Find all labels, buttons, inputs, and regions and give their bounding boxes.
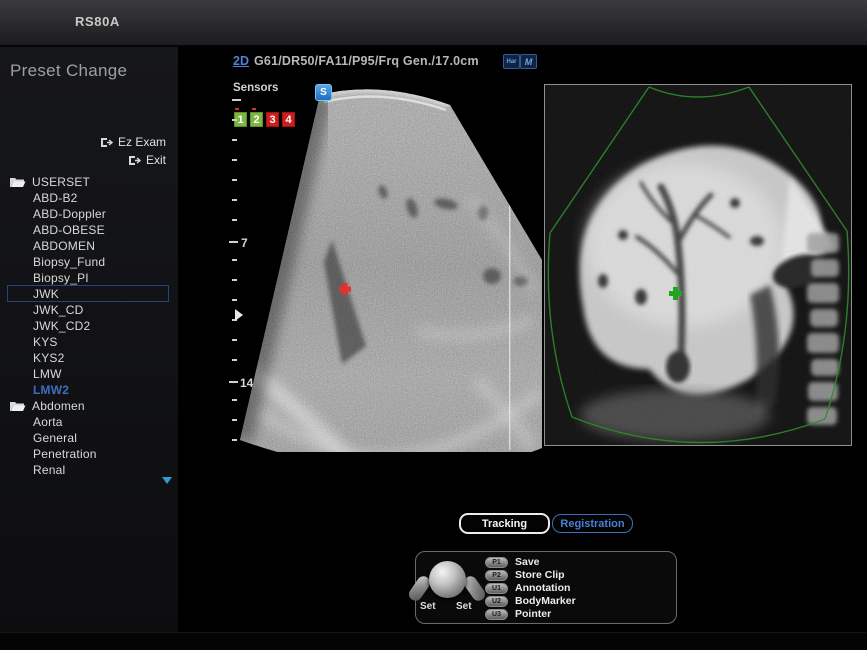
tree-item-label: KYS2 [33, 351, 65, 365]
key-p1-label: Save [515, 556, 540, 568]
mri-image [545, 85, 851, 445]
tree-item-renal[interactable]: Renal [7, 461, 169, 478]
tree-item-lmw[interactable]: LMW [7, 365, 169, 382]
tree-item-label: JWK [33, 287, 59, 301]
page-title: Preset Change [10, 61, 127, 81]
title-bar: RS80A [0, 0, 867, 47]
tree-item-label: JWK_CD2 [33, 319, 90, 333]
footer-bar [0, 632, 867, 650]
tree-item-kys2[interactable]: KYS2 [7, 349, 169, 366]
mri-fusion-panel[interactable] [544, 84, 852, 446]
reference-line [509, 132, 510, 450]
tree-item-jwk[interactable]: JWK [7, 285, 169, 302]
key-u2-label: BodyMarker [515, 595, 576, 607]
tree-item-label: USERSET [32, 175, 90, 189]
tree-item-label: LMW2 [33, 383, 69, 397]
harmonic-icon: Har [503, 54, 520, 69]
tree-folder-abdomen[interactable]: Abdomen [7, 397, 169, 414]
open-folder-icon [9, 176, 26, 188]
tree-item-abd-obese[interactable]: ABD-OBESE [7, 221, 169, 238]
key-p2-label: Store Clip [515, 569, 565, 581]
tree-item-label: LMW [33, 367, 62, 381]
probe-orientation-icon: S [315, 84, 332, 101]
tree-item-label: Penetration [33, 447, 97, 461]
rs80a-screen: RS80A Preset Change Ez Exam Exit USERSET… [0, 0, 867, 650]
tree-item-label: Aorta [33, 415, 63, 429]
tree-item-label: ABDOMEN [33, 239, 95, 253]
app-title: RS80A [75, 14, 120, 29]
exit-button[interactable]: Exit [128, 153, 166, 167]
key-u1-label: Annotation [515, 582, 570, 594]
tree-item-kys[interactable]: KYS [7, 333, 169, 350]
tree-item-abd-doppler[interactable]: ABD-Doppler [7, 205, 169, 222]
tree-item-biopsy-fund[interactable]: Biopsy_Fund [7, 253, 169, 270]
set-right-label: Set [456, 601, 472, 612]
exit-arrow-icon [128, 155, 141, 166]
image-parameters: G61/DR50/FA11/P95/Frq Gen./17.0cm [254, 54, 479, 68]
tree-item-label: Renal [33, 463, 65, 477]
key-u3: U3 [485, 609, 508, 620]
tree-item-abdomen-caps[interactable]: ABDOMEN [7, 237, 169, 254]
clearvision-icon: M [520, 54, 537, 69]
tree-item-penetration[interactable]: Penetration [7, 445, 169, 462]
tree-item-aorta[interactable]: Aorta [7, 413, 169, 430]
tree-item-general[interactable]: General [7, 429, 169, 446]
ez-exam-button[interactable]: Ez Exam [100, 135, 166, 149]
tree-item-biopsy-pi[interactable]: Biopsy_PI [7, 269, 169, 286]
tree-item-label: Biopsy_PI [33, 271, 89, 285]
tree-item-label: Biopsy_Fund [33, 255, 105, 269]
tree-item-label: Abdomen [32, 399, 85, 413]
trackball-icon [429, 561, 466, 598]
tree-item-label: ABD-OBESE [33, 223, 105, 237]
tree-item-label: KYS [33, 335, 58, 349]
tree-item-lmw2[interactable]: LMW2 [7, 381, 169, 398]
tree-item-label: General [33, 431, 77, 445]
tree-item-label: JWK_CD [33, 303, 84, 317]
set-left-label: Set [420, 601, 436, 612]
tab-tracking[interactable]: Tracking [459, 513, 550, 534]
tree-item-label: ABD-B2 [33, 191, 78, 205]
ez-exam-label: Ez Exam [118, 135, 166, 149]
tab-registration[interactable]: Registration [552, 514, 633, 533]
tree-folder-userset[interactable]: USERSET [7, 173, 169, 190]
tree-item-jwk-cd2[interactable]: JWK_CD2 [7, 317, 169, 334]
key-u3-label: Pointer [515, 608, 551, 620]
exit-label: Exit [146, 153, 166, 167]
scroll-down-icon[interactable] [162, 477, 172, 484]
key-u1: U1 [485, 583, 508, 594]
preset-sidebar: Preset Change Ez Exam Exit USERSET ABD-B… [0, 47, 178, 632]
tree-item-abd-b2[interactable]: ABD-B2 [7, 189, 169, 206]
tree-item-label: ABD-Doppler [33, 207, 106, 221]
open-folder-icon [9, 400, 26, 412]
ultrasound-image[interactable] [240, 80, 542, 452]
key-u2: U2 [485, 596, 508, 607]
exit-arrow-icon [100, 137, 113, 148]
key-p2: P2 [485, 570, 508, 581]
tree-item-jwk-cd[interactable]: JWK_CD [7, 301, 169, 318]
mode-2d-label: 2D [233, 54, 249, 68]
key-p1: P1 [485, 557, 508, 568]
